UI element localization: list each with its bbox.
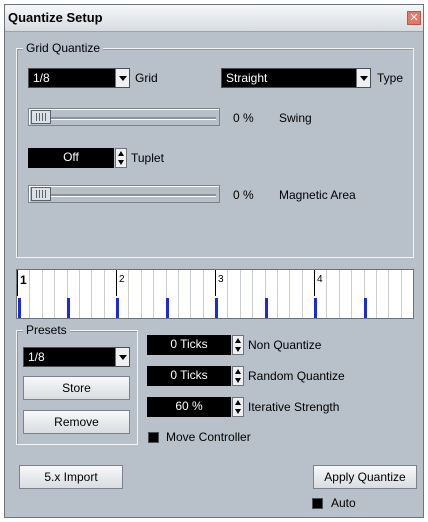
swing-label: Swing	[279, 111, 312, 125]
swing-slider[interactable]	[28, 108, 220, 126]
grid-line	[302, 270, 303, 318]
grid-line	[178, 270, 179, 318]
move-controller-label: Move Controller	[166, 430, 251, 444]
grid-line	[104, 270, 105, 318]
magnetic-area-track	[32, 194, 216, 197]
random-quantize-stepper[interactable]	[232, 366, 244, 386]
grid-line	[240, 270, 241, 318]
move-controller-checkbox[interactable]	[148, 432, 159, 443]
grid-line	[91, 270, 92, 318]
grid-line	[79, 270, 80, 318]
grid-line	[401, 270, 402, 318]
bar-line	[116, 270, 117, 296]
tuplet-stepper[interactable]	[115, 148, 127, 168]
title-bar[interactable]: Quantize Setup ✕	[5, 5, 423, 32]
grid-line	[227, 270, 228, 318]
magnetic-area-slider-handle[interactable]	[31, 187, 51, 201]
bar-line	[314, 270, 315, 296]
grid-line	[128, 270, 129, 318]
auto-checkbox[interactable]	[312, 498, 323, 509]
quantize-point-marker	[116, 298, 119, 318]
import-button[interactable]: 5.x Import	[19, 465, 123, 489]
quantize-point-marker	[166, 298, 169, 318]
non-quantize-field[interactable]: 0 Ticks	[147, 335, 231, 355]
swing-value: 0 %	[233, 111, 254, 125]
store-button[interactable]: Store	[23, 376, 130, 400]
grid-line	[351, 270, 352, 318]
chevron-down-icon[interactable]	[356, 69, 370, 87]
grid-line	[376, 270, 377, 318]
presets-value: 1/8	[28, 350, 45, 364]
window-title: Quantize Setup	[8, 10, 103, 25]
grid-line	[388, 270, 389, 318]
iterative-strength-field[interactable]: 60 %	[147, 397, 231, 417]
grid-line	[42, 270, 43, 318]
grid-label: Grid	[135, 71, 158, 85]
grid-line	[54, 270, 55, 318]
swing-track	[32, 117, 216, 120]
bar-number: 4	[317, 274, 323, 285]
auto-label: Auto	[331, 496, 356, 510]
apply-quantize-button[interactable]: Apply Quantize	[313, 465, 417, 489]
tuplet-label: Tuplet	[131, 151, 164, 165]
grid-line	[289, 270, 290, 318]
quantize-point-marker	[215, 298, 218, 318]
quantize-point-marker	[18, 298, 21, 318]
type-dropdown[interactable]: Straight	[221, 68, 371, 88]
quantize-grid-display[interactable]: 1 2 3 4	[16, 269, 414, 319]
non-quantize-label: Non Quantize	[248, 338, 322, 352]
iterative-strength-stepper[interactable]	[232, 397, 244, 417]
remove-button[interactable]: Remove	[23, 410, 130, 434]
quantize-point-marker	[67, 298, 70, 318]
grid-line	[326, 270, 327, 318]
bar-number: 1	[20, 273, 27, 287]
quantize-setup-window: Quantize Setup ✕ Grid Quantize 1/8 Grid …	[4, 4, 424, 518]
grid-line	[29, 270, 30, 318]
grid-line	[190, 270, 191, 318]
random-quantize-field[interactable]: 0 Ticks	[147, 366, 231, 386]
bar-line	[215, 270, 216, 296]
grid-line	[277, 270, 278, 318]
presets-dropdown[interactable]: 1/8	[23, 347, 130, 367]
close-icon[interactable]: ✕	[407, 11, 421, 25]
bar-line	[413, 270, 414, 296]
type-value: Straight	[226, 71, 268, 85]
presets-label: Presets	[23, 323, 70, 337]
magnetic-area-value: 0 %	[233, 188, 254, 202]
magnetic-area-label: Magnetic Area	[279, 188, 356, 202]
bar-number: 3	[218, 274, 224, 285]
bar-line	[17, 270, 18, 296]
iterative-strength-label: Iterative Strength	[248, 400, 340, 414]
bar-number: 2	[119, 274, 125, 285]
quantize-point-marker	[265, 298, 268, 318]
grid-line	[252, 270, 253, 318]
non-quantize-stepper[interactable]	[232, 335, 244, 355]
grid-line	[339, 270, 340, 318]
chevron-down-icon[interactable]	[115, 69, 129, 87]
chevron-down-icon[interactable]	[115, 348, 129, 366]
grid-line	[141, 270, 142, 318]
grid-line	[203, 270, 204, 318]
quantize-point-marker	[364, 298, 367, 318]
grid-quantize-label: Grid Quantize	[23, 41, 104, 55]
grid-dropdown[interactable]: 1/8	[28, 68, 130, 88]
grid-line	[153, 270, 154, 318]
magnetic-area-slider[interactable]	[28, 185, 220, 203]
grid-value: 1/8	[33, 71, 50, 85]
random-quantize-label: Random Quantize	[248, 369, 345, 383]
swing-slider-handle[interactable]	[31, 110, 51, 124]
type-label: Type	[377, 71, 404, 85]
tuplet-field[interactable]: Off	[28, 148, 114, 168]
quantize-point-marker	[314, 298, 317, 318]
